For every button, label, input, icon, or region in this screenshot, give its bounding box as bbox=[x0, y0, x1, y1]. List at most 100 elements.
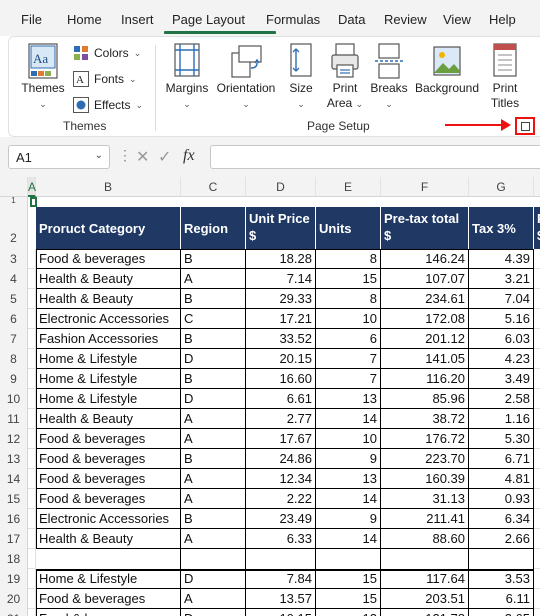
cell-column-a[interactable] bbox=[28, 289, 36, 309]
cell-unit-price[interactable]: 12.34 bbox=[246, 469, 316, 489]
cell-category[interactable]: Food & beverages bbox=[36, 489, 181, 509]
cell-units[interactable]: 9 bbox=[316, 449, 381, 469]
tab-data[interactable]: Data bbox=[338, 12, 365, 27]
cell-units[interactable]: 9 bbox=[316, 509, 381, 529]
cell-tax[interactable]: 3.65 bbox=[469, 609, 534, 616]
cell-category[interactable]: Fashion Accessories bbox=[36, 329, 181, 349]
cell-units[interactable]: 6 bbox=[316, 329, 381, 349]
cell-category[interactable]: Home & Lifestyle bbox=[36, 369, 181, 389]
cell-region[interactable] bbox=[181, 549, 246, 569]
cell-next-column[interactable] bbox=[534, 269, 540, 289]
cell-tax[interactable]: 1.16 bbox=[469, 409, 534, 429]
cell-units[interactable]: 13 bbox=[316, 469, 381, 489]
cell-units[interactable]: 10 bbox=[316, 309, 381, 329]
cell-unit-price[interactable]: 6.61 bbox=[246, 389, 316, 409]
row-header-18[interactable]: 18 bbox=[0, 549, 28, 569]
cell-next-column[interactable] bbox=[534, 489, 540, 509]
cell-category[interactable]: Health & Beauty bbox=[36, 409, 181, 429]
cell-pretax[interactable]: 201.12 bbox=[381, 329, 469, 349]
row-header-6[interactable]: 6 bbox=[0, 309, 28, 329]
cell-pretax[interactable]: 176.72 bbox=[381, 429, 469, 449]
row-header-1[interactable]: 1 bbox=[0, 197, 28, 207]
cell-pretax[interactable]: 146.24 bbox=[381, 249, 469, 269]
cell-tax[interactable]: 3.53 bbox=[469, 569, 534, 589]
breaks-button[interactable]: Breaks ⌄ bbox=[369, 43, 409, 112]
themes-button[interactable]: Aa Themes ⌄ bbox=[21, 43, 65, 112]
row-header-11[interactable]: 11 bbox=[0, 409, 28, 429]
cell-column-a[interactable] bbox=[28, 249, 36, 269]
cell-units[interactable]: 14 bbox=[316, 489, 381, 509]
tab-home[interactable]: Home bbox=[67, 12, 102, 27]
cell-unit-price[interactable]: 7.14 bbox=[246, 269, 316, 289]
cell-pretax[interactable]: 88.60 bbox=[381, 529, 469, 549]
cell-tax[interactable]: 4.23 bbox=[469, 349, 534, 369]
cell-tax[interactable] bbox=[469, 549, 534, 569]
cell-tax[interactable]: 2.58 bbox=[469, 389, 534, 409]
cell-category[interactable]: Food & beverages bbox=[36, 469, 181, 489]
cell-unit-price[interactable]: 17.21 bbox=[246, 309, 316, 329]
column-header-d[interactable]: D bbox=[246, 177, 316, 197]
cell-region[interactable]: D bbox=[181, 349, 246, 369]
cell-category[interactable] bbox=[36, 549, 181, 569]
cell-category[interactable]: Health & Beauty bbox=[36, 529, 181, 549]
row-header-2[interactable]: 2 bbox=[0, 207, 28, 249]
row-header-16[interactable]: 16 bbox=[0, 509, 28, 529]
column-header-a[interactable]: A bbox=[28, 177, 36, 197]
cell-next-column[interactable] bbox=[534, 349, 540, 369]
cell-region[interactable]: B bbox=[181, 449, 246, 469]
orientation-button[interactable]: Orientation ⌄ bbox=[215, 43, 277, 112]
cell-next-column[interactable] bbox=[534, 409, 540, 429]
cell-column-a[interactable] bbox=[28, 429, 36, 449]
cell-next-column[interactable] bbox=[534, 469, 540, 489]
cell-region[interactable]: A bbox=[181, 589, 246, 609]
cell-pretax[interactable]: 85.96 bbox=[381, 389, 469, 409]
cell-column-a[interactable] bbox=[28, 449, 36, 469]
row-header-5[interactable]: 5 bbox=[0, 289, 28, 309]
cell-region[interactable]: A bbox=[181, 269, 246, 289]
cell-tax[interactable]: 5.16 bbox=[469, 309, 534, 329]
cell-unit-price[interactable]: 2.77 bbox=[246, 409, 316, 429]
size-button[interactable]: Size ⌄ bbox=[285, 43, 317, 112]
row-header-17[interactable]: 17 bbox=[0, 529, 28, 549]
column-header-h[interactable]: H bbox=[534, 177, 540, 197]
chevron-down-icon[interactable]: ⌄ bbox=[95, 150, 103, 161]
name-box[interactable]: A1 ⌄ bbox=[8, 145, 110, 169]
cell-next-column[interactable] bbox=[534, 509, 540, 529]
print-titles-button[interactable]: Print Titles bbox=[483, 43, 527, 111]
cell-units[interactable]: 15 bbox=[316, 589, 381, 609]
cell-units[interactable]: 10 bbox=[316, 429, 381, 449]
cell-pretax[interactable]: 117.64 bbox=[381, 569, 469, 589]
cell-unit-price[interactable]: 10.15 bbox=[246, 609, 316, 616]
cell-units[interactable]: 12 bbox=[316, 609, 381, 616]
cell-region[interactable]: D bbox=[181, 609, 246, 616]
cell-next-column[interactable] bbox=[534, 309, 540, 329]
cell-column-a[interactable] bbox=[28, 529, 36, 549]
cell-tax[interactable]: 3.49 bbox=[469, 369, 534, 389]
cell-region[interactable]: D bbox=[181, 569, 246, 589]
cell-region[interactable]: A bbox=[181, 469, 246, 489]
enter-check-icon[interactable]: ✓ bbox=[158, 147, 171, 167]
cell-category[interactable]: Home & Lifestyle bbox=[36, 349, 181, 369]
select-all-corner[interactable] bbox=[0, 177, 28, 197]
cell-tax[interactable]: 3.21 bbox=[469, 269, 534, 289]
cell-column-a[interactable] bbox=[28, 349, 36, 369]
cell-unit-price[interactable]: 7.84 bbox=[246, 569, 316, 589]
cell-units[interactable]: 8 bbox=[316, 289, 381, 309]
tab-formulas[interactable]: Formulas bbox=[266, 12, 320, 27]
cell-next-column[interactable] bbox=[534, 289, 540, 309]
cell-tax[interactable]: 0.93 bbox=[469, 489, 534, 509]
effects-button[interactable]: Effects ⌄ bbox=[73, 97, 143, 113]
cell-pretax[interactable]: 107.07 bbox=[381, 269, 469, 289]
tab-file[interactable]: File bbox=[21, 12, 42, 27]
cell-region[interactable]: D bbox=[181, 389, 246, 409]
cell-category[interactable]: Food & beverages bbox=[36, 429, 181, 449]
cell-column-a[interactable] bbox=[28, 549, 36, 569]
cell-column-a[interactable] bbox=[28, 269, 36, 289]
cell-units[interactable]: 8 bbox=[316, 249, 381, 269]
cell-units[interactable]: 7 bbox=[316, 349, 381, 369]
column-header-e[interactable]: E bbox=[316, 177, 381, 197]
tab-view[interactable]: View bbox=[443, 12, 471, 27]
cell-unit-price[interactable]: 24.86 bbox=[246, 449, 316, 469]
cell-next-column[interactable] bbox=[534, 609, 540, 616]
cell-unit-price[interactable] bbox=[246, 549, 316, 569]
